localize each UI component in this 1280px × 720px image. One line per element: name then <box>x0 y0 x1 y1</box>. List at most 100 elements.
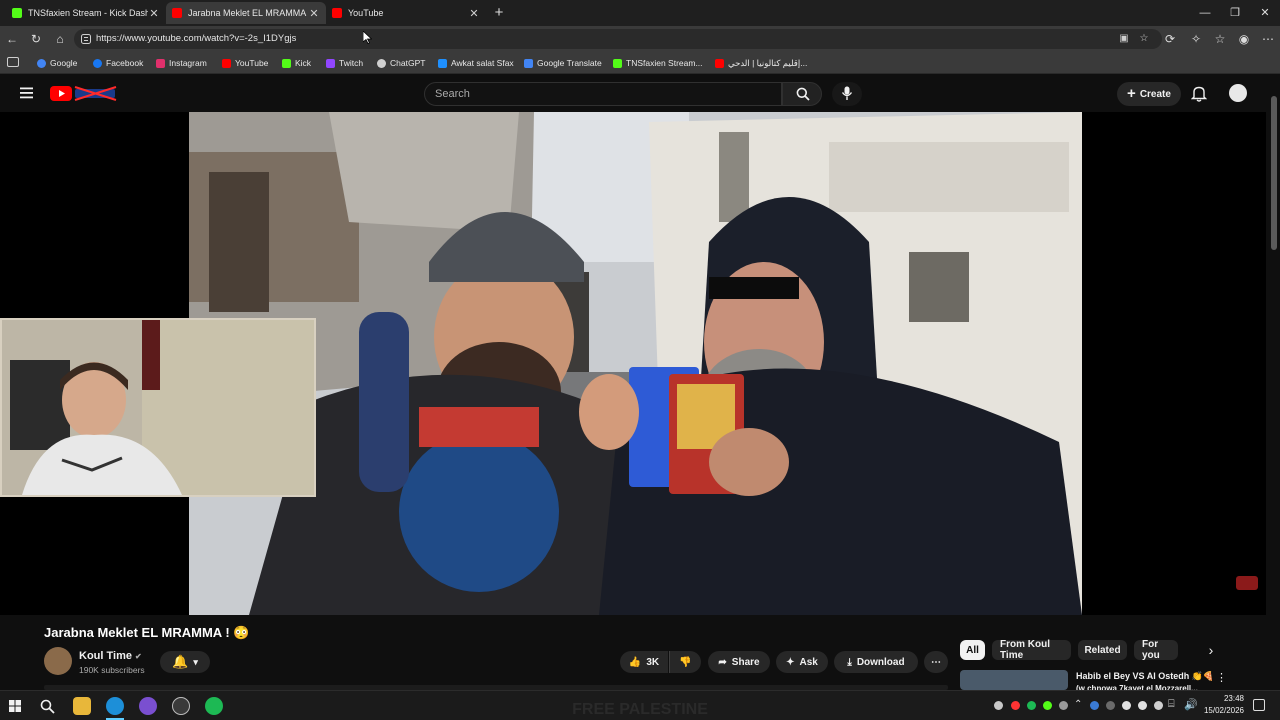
tab-label: Jarabna Meklet EL MRAMMA ! 😳 <box>188 7 308 18</box>
create-label: Create <box>1139 88 1171 100</box>
clock-time[interactable]: 23:48 <box>1204 694 1244 703</box>
bookmark-catalonia[interactable]: إقليم كتالونيا | الدحي... <box>715 56 807 70</box>
tray-bluetooth-icon[interactable] <box>1090 701 1099 710</box>
site-info-icon[interactable] <box>81 34 91 44</box>
refresh-icon[interactable]: ↻ <box>28 31 44 47</box>
file-explorer-icon[interactable] <box>73 697 91 715</box>
tab-current-video[interactable]: Jarabna Meklet EL MRAMMA ! 😳 ✕ <box>166 2 326 24</box>
chevron-down-icon: ▾ <box>193 656 198 667</box>
bookmark-tnsfaxien[interactable]: TNSfaxien Stream... <box>613 56 703 70</box>
chip-all[interactable]: All <box>960 640 985 660</box>
bookmark-google-translate[interactable]: Google Translate <box>524 56 602 70</box>
clock-date[interactable]: 15/02/2026 <box>1196 706 1244 715</box>
extensions-icon[interactable]: ✧ <box>1188 31 1204 47</box>
windows-taskbar: FREE PALESTINE ⌃ ⌸ 🔊 23:48 15/02/2026 <box>0 690 1280 720</box>
close-tab-icon[interactable]: ✕ <box>148 7 160 20</box>
bookmark-facebook[interactable]: Facebook <box>93 56 143 70</box>
close-window-button[interactable]: ✕ <box>1250 4 1280 22</box>
tray-app-icon[interactable] <box>1059 701 1068 710</box>
close-tab-icon[interactable]: ✕ <box>468 7 480 20</box>
tray-app-icon[interactable] <box>1106 701 1115 710</box>
more-options-icon[interactable]: ⋯ <box>1260 31 1276 47</box>
bookmark-google[interactable]: Google <box>37 56 77 70</box>
tray-kick-icon[interactable] <box>1043 701 1052 710</box>
new-tab-button[interactable]: + <box>490 4 508 22</box>
refresh-extension-icon[interactable]: ⟳ <box>1162 31 1178 47</box>
search-field[interactable] <box>424 82 782 106</box>
obs-icon[interactable] <box>172 697 190 715</box>
tab-actions-icon[interactable] <box>7 57 19 67</box>
back-icon[interactable]: ← <box>4 31 20 47</box>
discord-icon[interactable] <box>139 697 157 715</box>
chip-from-channel[interactable]: From Koul Time <box>992 639 1071 661</box>
bookmark-youtube[interactable]: YouTube <box>222 56 268 70</box>
search-button[interactable] <box>782 82 822 106</box>
more-horizontal-icon: ⋯ <box>931 656 941 668</box>
search-icon[interactable] <box>40 699 55 714</box>
like-button[interactable]: 👍 3K <box>620 651 668 673</box>
create-button[interactable]: + Create <box>1117 82 1181 106</box>
next-video-more-icon[interactable]: ⋮ <box>1216 671 1227 685</box>
tray-app-icon[interactable] <box>1122 701 1131 710</box>
youtube-logo[interactable] <box>50 84 120 104</box>
tab-youtube[interactable]: YouTube ✕ <box>326 2 486 24</box>
minimize-button[interactable]: — <box>1190 4 1220 22</box>
maximize-button[interactable]: ❐ <box>1220 4 1250 22</box>
bookmark-instagram[interactable]: Instagram <box>156 56 207 70</box>
avatar[interactable] <box>1229 84 1247 102</box>
profile-icon[interactable]: ◉ <box>1236 31 1252 47</box>
tray-app-icon[interactable] <box>994 701 1003 710</box>
voice-search-button[interactable] <box>832 82 862 106</box>
bookmarks-bar: Google Facebook Instagram YouTube Kick T… <box>0 52 1280 74</box>
download-button[interactable]: ⤓ Download <box>834 651 918 673</box>
ask-button[interactable]: ✦ Ask <box>776 651 828 673</box>
bookmark-chatgpt[interactable]: ChatGPT <box>377 56 425 70</box>
sparkle-icon: ✦ <box>786 656 795 668</box>
youtube-icon <box>332 8 342 18</box>
tray-spotify-icon[interactable] <box>1027 701 1036 710</box>
page-scrollbar[interactable] <box>1268 74 1280 690</box>
bookmark-label: إقليم كتالونيا | الدحي... <box>728 57 808 68</box>
bookmark-twitch[interactable]: Twitch <box>326 56 363 70</box>
bookmark-kick[interactable]: Kick <box>282 56 311 70</box>
network-icon[interactable]: ⌸ <box>1168 698 1175 711</box>
thumbs-up-icon: 👍 <box>628 656 642 668</box>
url-field[interactable]: https://www.youtube.com/watch?v=-2s_I1DY… <box>74 29 1162 49</box>
tab-label: TNSfaxien Stream - Kick Dashboard <box>28 8 148 18</box>
favorite-star-icon[interactable]: ☆ <box>1138 33 1150 45</box>
notifications-bell-icon[interactable] <box>1191 85 1207 102</box>
chip-related[interactable]: Related <box>1078 640 1127 660</box>
close-tab-icon[interactable]: ✕ <box>308 7 320 20</box>
prayer-times-icon <box>438 58 447 68</box>
more-actions-button[interactable]: ⋯ <box>924 651 948 673</box>
bookmark-awkat-salat[interactable]: Awkat salat Sfax <box>438 56 514 70</box>
home-icon[interactable]: ⌂ <box>52 31 68 47</box>
search-input[interactable] <box>425 83 781 105</box>
channel-name[interactable]: Koul Time ✔ <box>79 650 142 662</box>
favorites-icon[interactable]: ☆ <box>1212 31 1228 47</box>
chip-for-you[interactable]: For you <box>1134 639 1178 661</box>
tray-chevron-icon[interactable]: ⌃ <box>1074 699 1082 710</box>
scrollbar-thumb[interactable] <box>1271 96 1277 250</box>
video-player[interactable] <box>0 112 1266 615</box>
share-button[interactable]: ➦ Share <box>708 651 770 673</box>
next-video-thumbnail[interactable] <box>960 670 1068 690</box>
chatgpt-icon <box>377 58 386 68</box>
menu-icon[interactable] <box>19 86 35 100</box>
microphone-icon[interactable] <box>1138 701 1147 710</box>
chevron-right-icon[interactable]: › <box>1203 640 1219 660</box>
dislike-button[interactable]: 👎 <box>669 651 701 673</box>
facebook-icon <box>93 58 102 68</box>
notifications-icon[interactable] <box>1253 699 1265 711</box>
spotify-icon[interactable] <box>205 697 223 715</box>
edge-browser-icon[interactable] <box>106 697 124 715</box>
read-aloud-icon[interactable]: ▣ <box>1118 33 1130 45</box>
tray-app-icon[interactable] <box>1154 701 1163 710</box>
channel-watermark[interactable] <box>1236 576 1258 590</box>
tray-youtube-icon[interactable] <box>1011 701 1020 710</box>
windows-start-icon[interactable] <box>9 700 21 712</box>
next-video-title[interactable]: Habib el Bey VS Al Ostedh 👏🍕 <box>1076 671 1216 682</box>
tab-kick-dashboard[interactable]: TNSfaxien Stream - Kick Dashboard ✕ <box>6 2 166 24</box>
subscription-notifications-button[interactable]: 🔔 ▾ <box>160 651 210 673</box>
channel-avatar[interactable] <box>44 647 72 675</box>
